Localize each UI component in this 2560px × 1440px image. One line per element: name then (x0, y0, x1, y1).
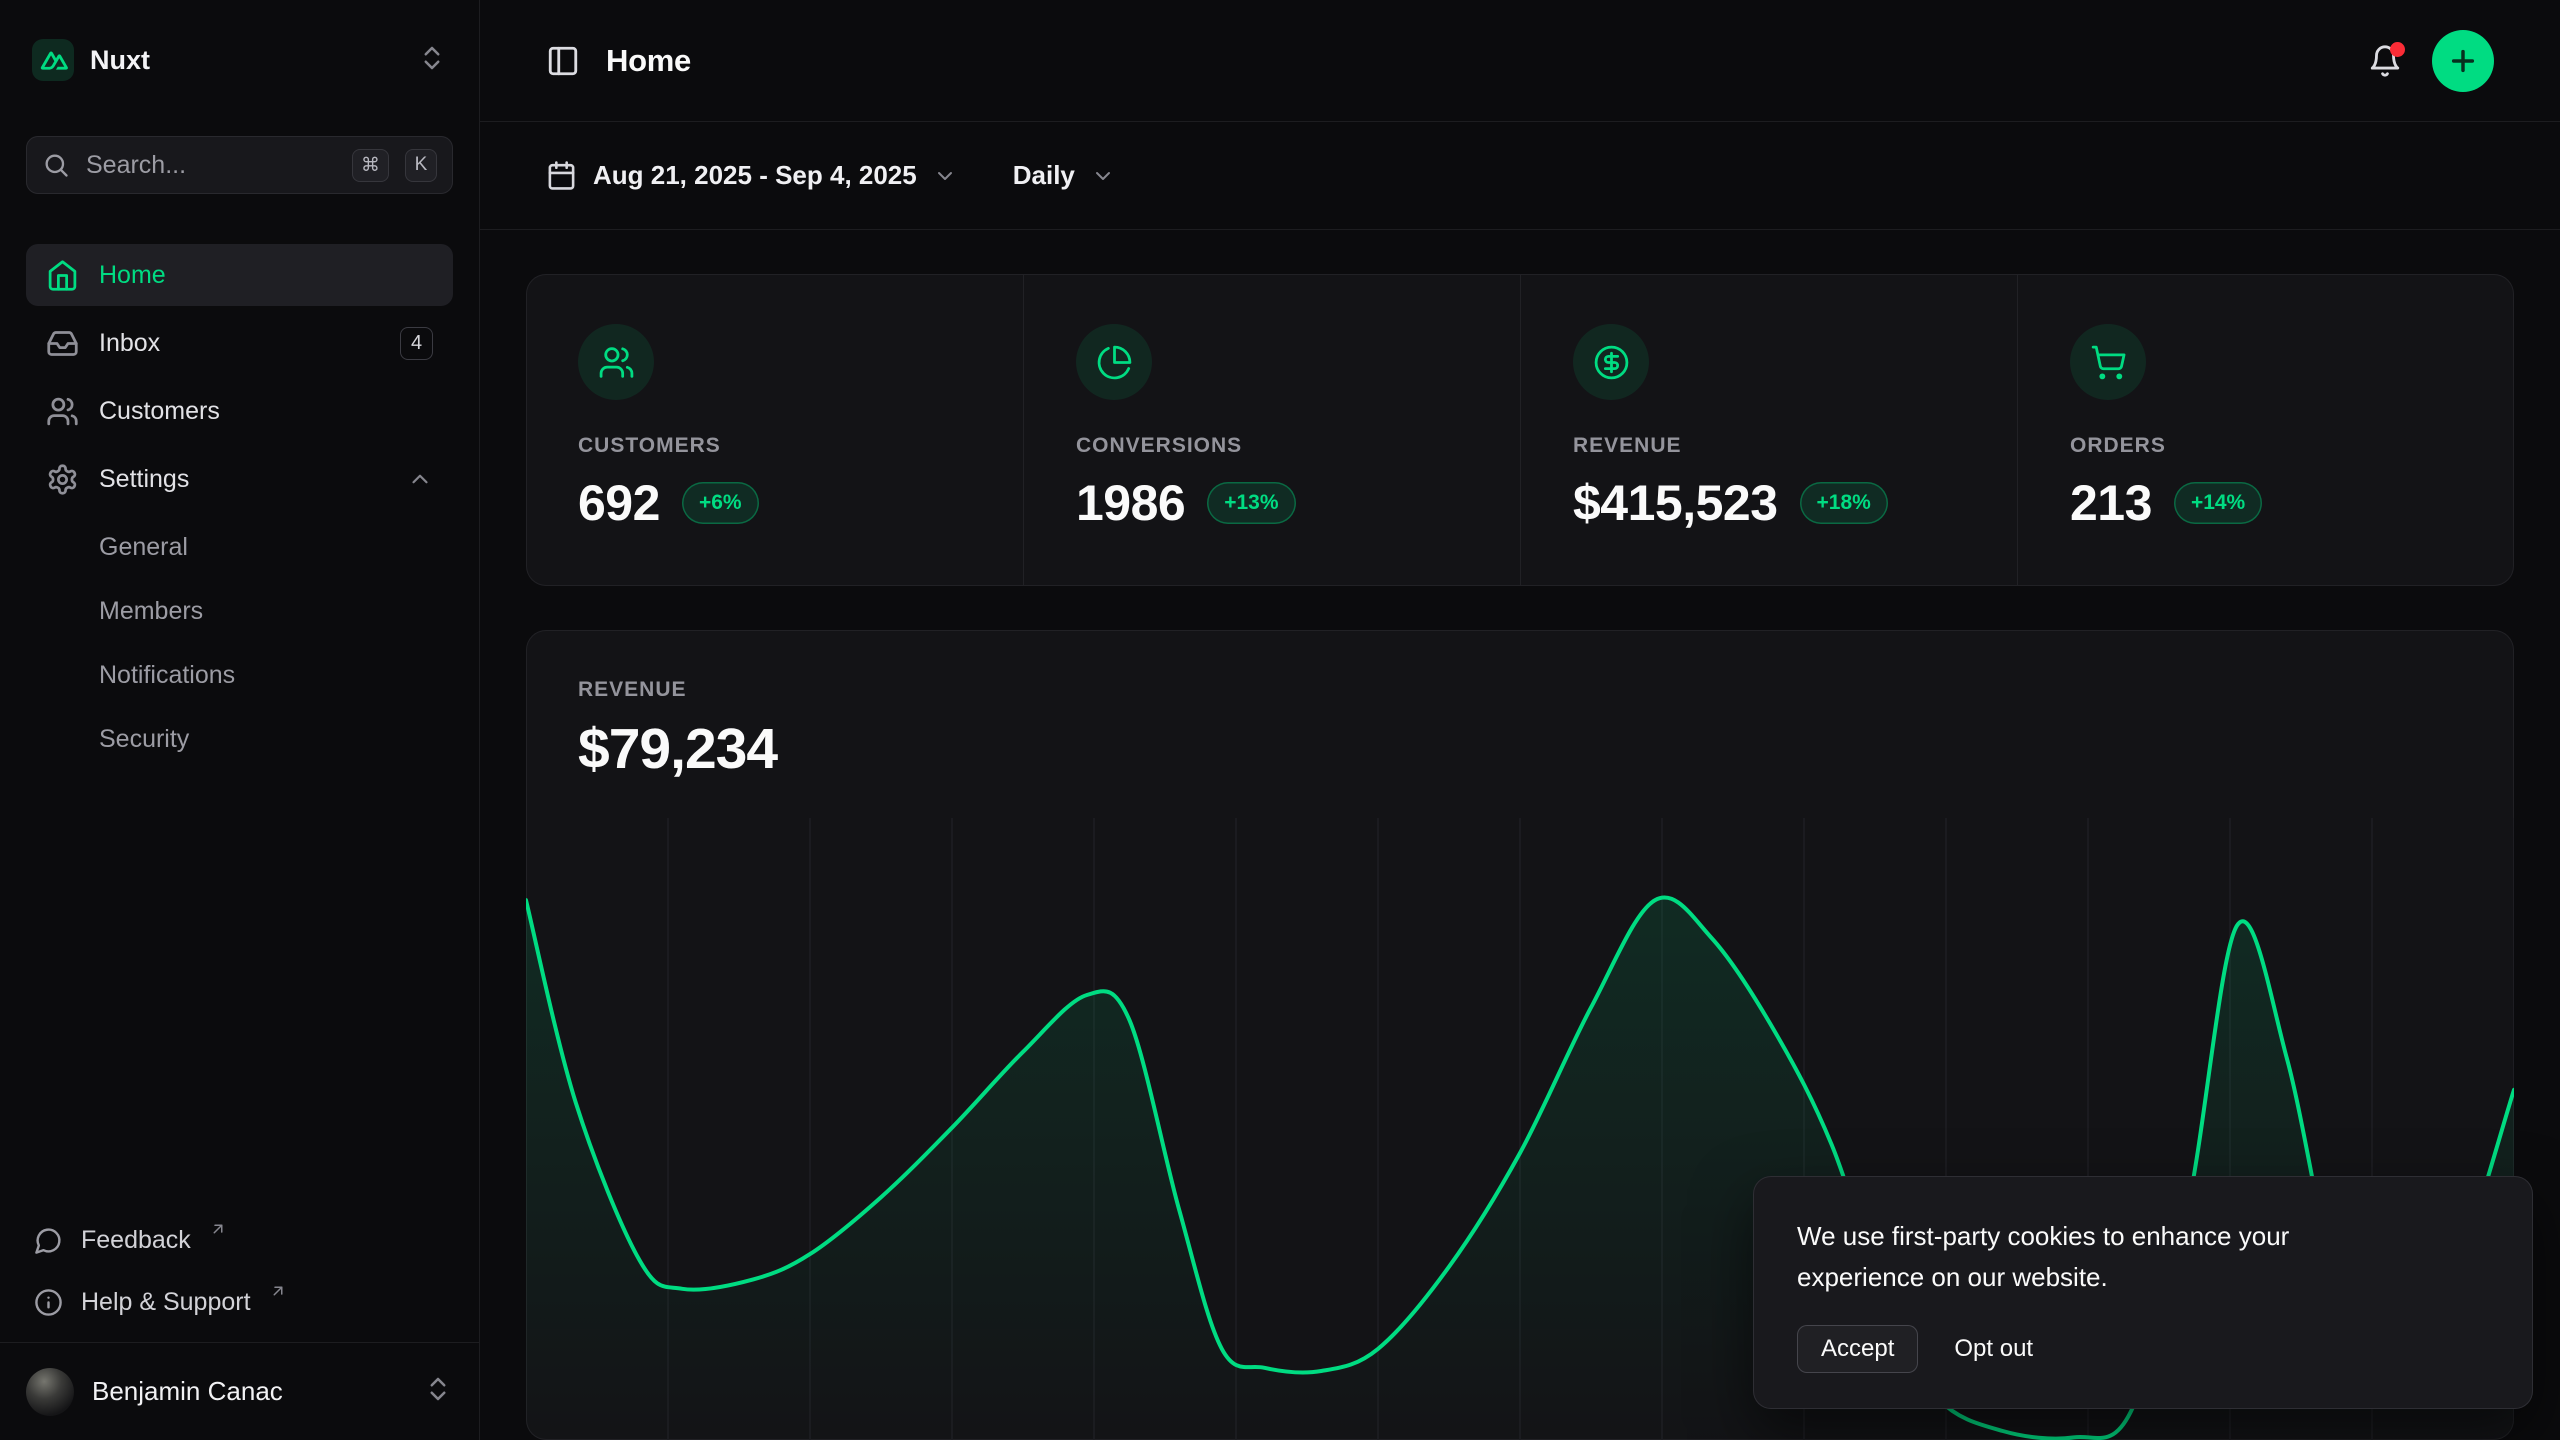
revenue-header: REVENUE $79,234 (526, 630, 2514, 782)
inbox-icon (46, 327, 79, 360)
sidebar-footer: Feedback Help & Support (26, 1210, 453, 1342)
cookie-optout-button[interactable]: Opt out (1944, 1325, 2043, 1373)
page-header: Home (480, 0, 2560, 122)
stat-label: REVENUE (1573, 434, 1965, 458)
sidebar-item-inbox[interactable]: Inbox 4 (26, 312, 453, 374)
sidebar-toggle-button[interactable] (546, 44, 580, 78)
info-circle-icon (34, 1288, 63, 1317)
sidebar: Nuxt ⌘ K Home Inb (0, 0, 480, 1440)
stat-value: 1986 (1076, 474, 1185, 532)
feedback-link[interactable]: Feedback (26, 1210, 453, 1270)
stat-label: CUSTOMERS (578, 434, 971, 458)
stat-label: CONVERSIONS (1076, 434, 1468, 458)
cookie-banner: We use first-party cookies to enhance yo… (1753, 1176, 2533, 1409)
add-button[interactable] (2432, 30, 2494, 92)
avatar (26, 1368, 74, 1416)
sidebar-item-home[interactable]: Home (26, 244, 453, 306)
plus-icon (2447, 45, 2479, 77)
home-icon (46, 259, 79, 292)
stat-conversions: CONVERSIONS 1986 +13% (1023, 274, 1520, 586)
external-link-icon (209, 1220, 227, 1238)
cookie-actions: Accept Opt out (1797, 1325, 2489, 1373)
help-support-label: Help & Support (81, 1288, 251, 1317)
stat-value: $415,523 (1573, 474, 1778, 532)
chart-pie-icon (1076, 324, 1152, 400)
cookie-accept-button[interactable]: Accept (1797, 1325, 1918, 1373)
period-select[interactable]: Daily (1013, 160, 1115, 191)
sidebar-item-label: Inbox (99, 329, 160, 358)
sidebar-item-label: Customers (99, 397, 220, 426)
external-link-icon (269, 1282, 287, 1300)
panel-left-icon (546, 44, 580, 78)
gear-icon (46, 463, 79, 496)
revenue-value: $79,234 (578, 716, 2462, 782)
circle-dollar-icon (1573, 324, 1649, 400)
sidebar-item-notifications[interactable]: Notifications (26, 644, 453, 706)
sidebar-item-members[interactable]: Members (26, 580, 453, 642)
settings-subnav: General Members Notifications Security (26, 516, 453, 770)
chevrons-up-down-icon (417, 43, 447, 78)
filters-toolbar: Aug 21, 2025 - Sep 4, 2025 Daily (480, 122, 2560, 230)
search-input[interactable]: ⌘ K (26, 136, 453, 194)
stats-card: CUSTOMERS 692 +6% CONVERSIONS 1986 +13% (526, 274, 2514, 586)
stat-delta-badge: +18% (1800, 482, 1888, 524)
workspace-switcher[interactable]: Nuxt (26, 30, 453, 90)
sidebar-item-label: Settings (99, 465, 189, 494)
sidebar-item-label: Home (99, 261, 166, 290)
period-label: Daily (1013, 160, 1075, 191)
sub-item-label: Notifications (99, 661, 235, 690)
stat-delta-badge: +6% (682, 482, 759, 524)
calendar-icon (546, 160, 577, 191)
date-range-label: Aug 21, 2025 - Sep 4, 2025 (593, 160, 917, 191)
message-bubble-icon (34, 1226, 63, 1255)
stat-value: 692 (578, 474, 660, 532)
stat-delta-badge: +13% (1207, 482, 1295, 524)
users-icon (578, 324, 654, 400)
shopping-cart-icon (2070, 324, 2146, 400)
date-range-picker[interactable]: Aug 21, 2025 - Sep 4, 2025 (546, 160, 957, 191)
user-name: Benjamin Canac (92, 1376, 283, 1407)
inbox-count-badge: 4 (400, 327, 433, 360)
workspace-name: Nuxt (90, 45, 150, 76)
sidebar-item-general[interactable]: General (26, 516, 453, 578)
help-support-link[interactable]: Help & Support (26, 1272, 453, 1332)
stat-revenue: REVENUE $415,523 +18% (1520, 274, 2017, 586)
revenue-label: REVENUE (578, 678, 2462, 702)
chevron-down-icon (1091, 164, 1115, 188)
stat-delta-badge: +14% (2174, 482, 2262, 524)
sidebar-nav: Home Inbox 4 Customers Settings (26, 244, 453, 770)
notification-dot (2390, 42, 2405, 57)
chevron-up-icon (407, 466, 433, 492)
notifications-button[interactable] (2368, 44, 2402, 78)
sub-item-label: Members (99, 597, 203, 626)
sub-item-label: Security (99, 725, 189, 754)
chevrons-up-down-icon (423, 1374, 453, 1409)
feedback-label: Feedback (81, 1226, 191, 1255)
sub-item-label: General (99, 533, 188, 562)
nuxt-logo-glyph (38, 50, 68, 71)
stat-value: 213 (2070, 474, 2152, 532)
stat-customers: CUSTOMERS 692 +6% (526, 274, 1023, 586)
search-icon (42, 151, 70, 179)
sidebar-item-settings[interactable]: Settings (26, 448, 453, 510)
nuxt-logo-icon (32, 39, 74, 81)
stat-orders: ORDERS 213 +14% (2017, 274, 2514, 586)
header-actions (2368, 30, 2494, 92)
sidebar-spacer (26, 770, 453, 1210)
kbd-k: K (405, 149, 437, 182)
page-title: Home (606, 43, 691, 79)
kbd-cmd: ⌘ (352, 149, 389, 182)
sidebar-item-customers[interactable]: Customers (26, 380, 453, 442)
user-menu[interactable]: Benjamin Canac (0, 1342, 479, 1440)
cookie-message: We use first-party cookies to enhance yo… (1797, 1216, 2417, 1297)
search-field[interactable] (86, 151, 336, 180)
users-icon (46, 395, 79, 428)
chevron-down-icon (933, 164, 957, 188)
stat-label: ORDERS (2070, 434, 2462, 458)
sidebar-item-security[interactable]: Security (26, 708, 453, 770)
